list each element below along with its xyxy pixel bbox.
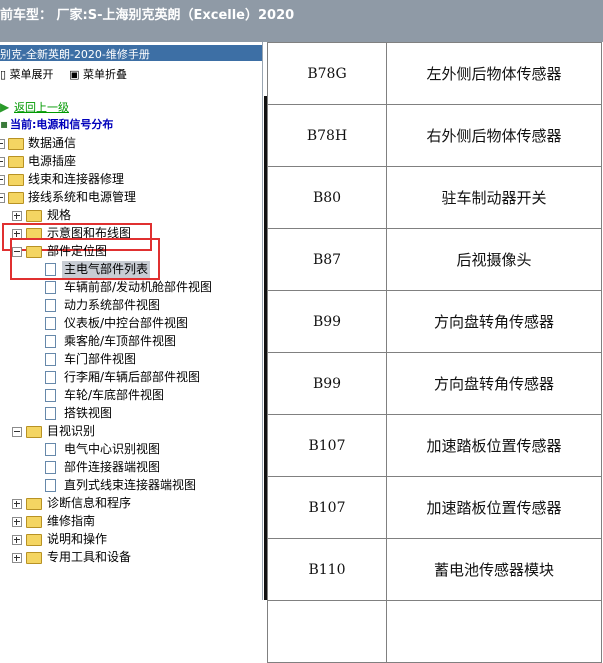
document-icon [45, 299, 56, 312]
part-name-cell: 右外侧后物体传感器 [386, 104, 602, 167]
part-code-cell: B87 [267, 228, 387, 291]
document-icon [45, 371, 56, 384]
expand-icon[interactable] [0, 139, 5, 149]
table-row: B78G 左外侧后物体传感器 [267, 42, 602, 105]
part-code-cell: B110 [267, 538, 387, 601]
document-icon [45, 335, 56, 348]
document-icon [45, 479, 56, 492]
document-icon [45, 389, 56, 402]
part-code-cell: B80 [267, 166, 387, 229]
highlight-box-location [10, 238, 160, 280]
table-row: B107 加速踏板位置传感器 [267, 476, 602, 539]
part-name-cell: 驻车制动器开关 [386, 166, 602, 229]
table-row: B99 方向盘转角传感器 [267, 352, 602, 415]
table-row: B107 加速踏板位置传感器 [267, 414, 602, 477]
part-name-cell: 蓄电池传感器模块 [386, 538, 602, 601]
part-code-cell: B78G [267, 42, 387, 105]
expand-icon[interactable] [12, 211, 22, 221]
table-row: B87 后视摄像头 [267, 228, 602, 291]
title-bar: 前车型： 厂家:S-上海别克英朗（Excelle）2020 [0, 0, 603, 42]
manual-header: 别克-全新英朗-2020-维修手册 [0, 45, 262, 61]
document-icon [45, 281, 56, 294]
document-icon [45, 461, 56, 474]
back-arrow-icon: ▶ [0, 100, 10, 114]
table-row: B110 蓄电池传感器模块 [267, 538, 602, 601]
folder-icon [26, 516, 42, 528]
expand-icon[interactable] [0, 157, 5, 167]
menu-toolbar: ▯ 菜单展开 ▣ 菜单折叠 [0, 66, 139, 82]
expand-icon[interactable] [12, 553, 22, 563]
part-code-cell: B107 [267, 414, 387, 477]
table-row: B99 方向盘转角传感器 [267, 290, 602, 353]
part-name-cell [386, 600, 602, 663]
part-name-cell: 加速踏板位置传感器 [386, 476, 602, 539]
navigation-panel: 别克-全新英朗-2020-维修手册 ▯ 菜单展开 ▣ 菜单折叠 ▶ 返回上一级 … [0, 42, 263, 600]
folder-icon [26, 534, 42, 546]
folder-icon [8, 174, 24, 186]
part-code-cell: B99 [267, 290, 387, 353]
table-row [267, 600, 602, 663]
folder-icon [26, 210, 42, 222]
expand-icon[interactable] [12, 517, 22, 527]
folder-icon [26, 552, 42, 564]
part-name-cell: 方向盘转角传感器 [386, 352, 602, 415]
collapse-icon[interactable] [0, 193, 5, 203]
table-row: B80 驻车制动器开关 [267, 166, 602, 229]
folder-open-icon [8, 192, 24, 204]
table-left-border [264, 96, 267, 600]
vehicle-title: 前车型： 厂家:S-上海别克英朗（Excelle）2020 [0, 8, 295, 23]
expand-icon[interactable] [12, 499, 22, 509]
part-code-cell: B99 [267, 352, 387, 415]
expand-icon[interactable] [12, 535, 22, 545]
document-icon [45, 407, 56, 420]
part-code-cell [267, 600, 387, 663]
table-row: B78H 右外侧后物体传感器 [267, 104, 602, 167]
document-icon [45, 353, 56, 366]
parts-table: B78G 左外侧后物体传感器 B78H 右外侧后物体传感器 B80 驻车制动器开… [267, 42, 602, 663]
manual-title: 别克-全新英朗-2020-维修手册 [0, 48, 150, 61]
part-name-cell: 加速踏板位置传感器 [386, 414, 602, 477]
collapse-menu-button[interactable]: ▣ 菜单折叠 [69, 68, 127, 81]
expand-icon[interactable] [0, 175, 5, 185]
folder-open-icon [26, 426, 42, 438]
part-code-cell: B78H [267, 104, 387, 167]
collapse-icon[interactable] [12, 427, 22, 437]
part-code-cell: B107 [267, 476, 387, 539]
part-name-cell: 左外侧后物体传感器 [386, 42, 602, 105]
folder-icon [26, 498, 42, 510]
expand-menu-button[interactable]: ▯ 菜单展开 [0, 68, 54, 81]
folder-icon [8, 138, 24, 150]
part-name-cell: 方向盘转角传感器 [386, 290, 602, 353]
document-icon [45, 317, 56, 330]
document-icon [45, 443, 56, 456]
folder-icon [8, 156, 24, 168]
part-name-cell: 后视摄像头 [386, 228, 602, 291]
